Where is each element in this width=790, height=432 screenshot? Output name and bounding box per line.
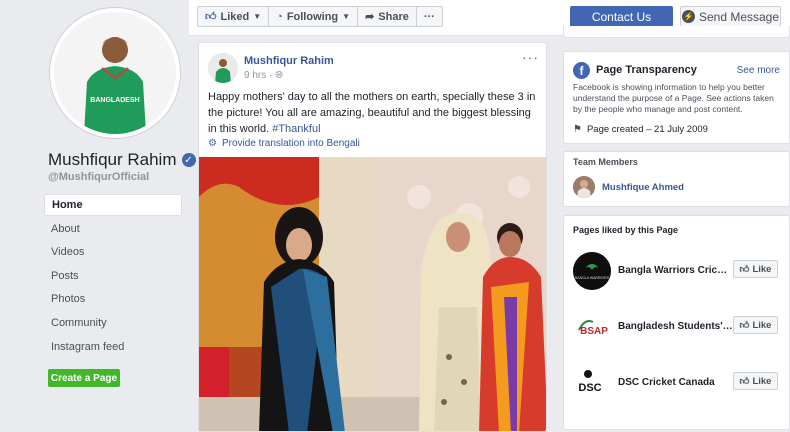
team-members-title: Team Members (573, 157, 638, 167)
liked-page-name[interactable]: DSC Cricket Canada (618, 377, 736, 388)
create-page-button[interactable]: Create a Page (48, 369, 120, 387)
page-name[interactable]: Mushfiqur Rahim ✓ (48, 150, 196, 170)
nav-item-home[interactable]: Home (44, 194, 182, 216)
page-created-text: Page created – 21 July 2009 (586, 124, 708, 135)
facebook-logo-icon: f (573, 62, 590, 79)
liked-page-logo-text: BSAP (580, 326, 608, 337)
post-timestamp[interactable]: 9 hrs · 🌐︎ (244, 70, 283, 81)
translate-link[interactable]: ⚙ Provide translation into Bengali (208, 138, 360, 149)
thumbs-up-icon: 👍︎ (739, 264, 750, 275)
share-label: Share (378, 10, 409, 23)
nav-item-instagram-feed[interactable]: Instagram feed (44, 336, 182, 360)
jersey-text: BANGLADESH (90, 97, 139, 104)
messenger-icon: ⚡ (681, 10, 695, 23)
share-button[interactable]: ➦ Share (357, 6, 417, 27)
liked-page-logo[interactable]: BANGLA WARRIORS (573, 252, 611, 290)
nav-item-videos[interactable]: Videos (44, 241, 182, 265)
action-button-group: 👍︎ Liked ▼ ◔ Following ▼ ➦ Share ··· (197, 6, 443, 27)
pages-liked-card: Pages liked by this Page BANGLA WARRIORS… (563, 215, 790, 430)
rss-icon: ◔ (276, 10, 283, 23)
like-label: Like (752, 263, 772, 275)
flag-icon: ⚑ (573, 124, 582, 135)
nav-item-community[interactable]: Community (44, 312, 182, 336)
page-transparency-card: f Page Transparency See more Facebook is… (563, 51, 790, 144)
post-body: Happy mothers' day to all the mothers on… (208, 89, 540, 137)
translate-label: Provide translation into Bengali (221, 138, 360, 149)
post-author-name[interactable]: Mushfiqur Rahim (244, 55, 334, 67)
page-name-label: Mushfiqur Rahim (48, 150, 177, 169)
liked-page-logo-text: DSC (578, 382, 601, 394)
following-button[interactable]: ◔ Following ▼ (268, 6, 359, 27)
liked-page-row: BANGLA WARRIORS Bangla Warriors Cric… 👍︎… (573, 252, 783, 292)
post-text: Happy mothers' day to all the mothers on… (208, 91, 536, 135)
transparency-description: Facebook is showing information to help … (573, 82, 774, 114)
liked-page-logo[interactable]: DSC (573, 364, 611, 402)
nav-item-about[interactable]: About (44, 218, 182, 242)
pages-liked-title: Pages liked by this Page (573, 225, 679, 235)
gear-icon: ⚙ (208, 138, 217, 149)
send-message-button[interactable]: ⚡ Send Message (680, 6, 781, 27)
verified-badge-icon: ✓ (181, 153, 196, 167)
nav-item-posts[interactable]: Posts (44, 265, 182, 289)
liked-label: Liked (220, 10, 250, 23)
post-photo[interactable] (199, 157, 546, 431)
post-time-label: 9 hrs · (244, 70, 273, 81)
contact-us-button[interactable]: Contact Us (570, 6, 673, 27)
liked-page-row: DSC DSC Cricket Canada 👍︎ Like (573, 364, 783, 404)
liked-page-row: BSAP Bangladesh Students'… 👍︎ Like (573, 308, 783, 348)
transparency-title: Page Transparency (596, 64, 697, 76)
liked-page-logo-text: BANGLA WARRIORS (575, 276, 610, 280)
nav-item-photos[interactable]: Photos (44, 288, 182, 312)
like-page-button[interactable]: 👍︎ Like (733, 260, 778, 278)
profile-avatar[interactable]: BANGLADESH (50, 8, 180, 138)
like-label: Like (752, 319, 772, 331)
liked-button[interactable]: 👍︎ Liked ▼ (197, 6, 270, 27)
see-more-link[interactable]: See more (737, 65, 780, 76)
page-nav: Home About Videos Posts Photos Community… (44, 194, 182, 359)
sidebar-top-card (563, 26, 790, 38)
post-hashtag[interactable]: #Thankful (272, 123, 320, 135)
team-members-card: Team Members Mushfique Ahmed (563, 151, 790, 207)
page-created-row: ⚑ Page created – 21 July 2009 (573, 124, 708, 135)
thumbs-up-icon: 👍︎ (205, 11, 217, 23)
team-member-name[interactable]: Mushfique Ahmed (602, 182, 684, 193)
like-page-button[interactable]: 👍︎ Like (733, 372, 778, 390)
left-column: BANGLADESH Mushfiqur Rahim ✓ @MushfiqurO… (0, 0, 196, 425)
feed-post: Mushfiqur Rahim 9 hrs · 🌐︎ ··· Happy mot… (198, 42, 547, 432)
liked-page-name[interactable]: Bangla Warriors Cric… (618, 265, 736, 276)
liked-page-logo[interactable]: BSAP (573, 308, 611, 346)
post-options-button[interactable]: ··· (522, 49, 539, 65)
page-handle[interactable]: @MushfiqurOfficial (48, 171, 149, 183)
like-label: Like (752, 375, 772, 387)
thumbs-up-icon: 👍︎ (739, 376, 750, 387)
more-options-button[interactable]: ··· (415, 6, 443, 27)
more-dots-icon: ··· (423, 10, 435, 23)
globe-icon: 🌐︎ (275, 70, 284, 81)
like-page-button[interactable]: 👍︎ Like (733, 316, 778, 334)
send-message-label: Send Message (698, 9, 780, 24)
liked-page-name[interactable]: Bangladesh Students'… (618, 321, 736, 332)
chevron-down-icon: ▼ (253, 12, 262, 21)
post-author-avatar[interactable] (208, 53, 238, 83)
team-member-avatar[interactable] (573, 176, 595, 198)
chevron-down-icon: ▼ (342, 12, 351, 21)
share-arrow-icon: ➦ (365, 11, 375, 23)
thumbs-up-icon: 👍︎ (739, 320, 750, 331)
following-label: Following (286, 10, 339, 23)
